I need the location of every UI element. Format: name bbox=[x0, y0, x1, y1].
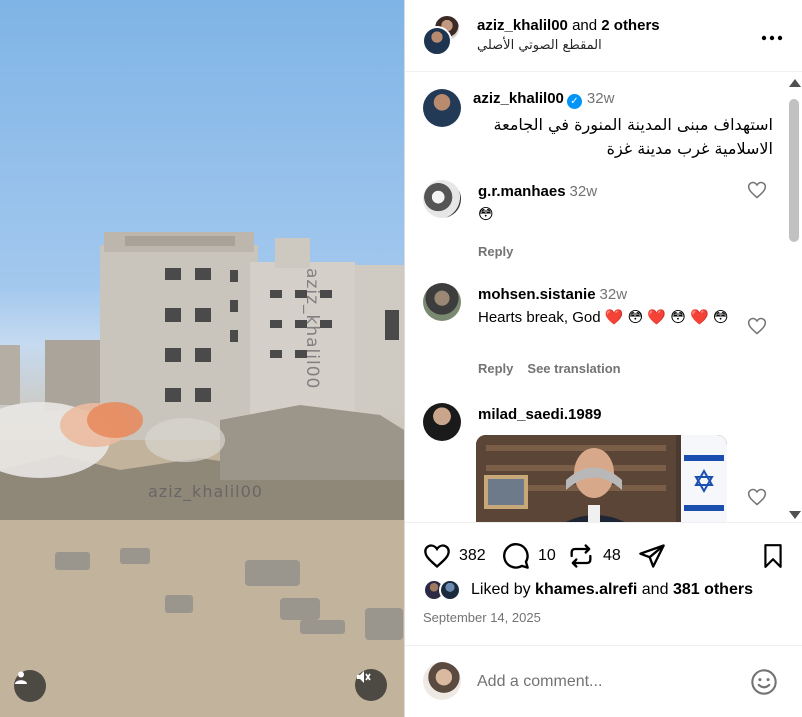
avatar bbox=[422, 26, 452, 56]
repost-button[interactable]: 48 bbox=[567, 542, 621, 570]
caption-author: aziz_khalil00 ✓ 32w bbox=[473, 90, 614, 109]
comment-bubble-icon bbox=[503, 543, 529, 569]
comment-username[interactable]: g.r.manhaes bbox=[478, 183, 566, 200]
avatar[interactable] bbox=[423, 180, 461, 218]
comment-image-content bbox=[476, 435, 727, 522]
comment-username[interactable]: mohsen.sistanie bbox=[478, 286, 596, 303]
post-authors: aziz_khalil00 and 2 others bbox=[477, 17, 660, 34]
author-username[interactable]: aziz_khalil00 bbox=[477, 17, 568, 34]
comment-like-heart-icon[interactable] bbox=[747, 316, 767, 336]
user-icon bbox=[15, 671, 27, 684]
comment-actions: Reply bbox=[478, 244, 527, 259]
comment-text: 😳 bbox=[478, 206, 494, 223]
reply-button[interactable]: Reply bbox=[478, 361, 513, 376]
liked-by-and: and bbox=[641, 581, 669, 598]
comment-image[interactable] bbox=[476, 435, 727, 522]
video-watermark-bottom: aziz_khalil00 bbox=[148, 482, 263, 501]
comments-scrollbar[interactable] bbox=[788, 79, 801, 519]
post-date[interactable]: September 14, 2025 bbox=[423, 610, 541, 625]
avatar bbox=[439, 579, 461, 601]
mute-button[interactable] bbox=[355, 669, 387, 701]
and-text: and bbox=[572, 17, 598, 34]
original-audio-link[interactable]: المقطع الصوتي الأصلي bbox=[477, 38, 602, 53]
comments-count[interactable]: 10 bbox=[538, 547, 556, 565]
user-tags-button[interactable] bbox=[14, 670, 46, 702]
heart-icon bbox=[424, 544, 450, 569]
comment-input[interactable] bbox=[477, 670, 737, 694]
scrollbar-thumb[interactable] bbox=[789, 99, 799, 242]
save-button[interactable] bbox=[760, 542, 786, 570]
like-button[interactable]: 382 bbox=[423, 542, 486, 570]
share-button[interactable] bbox=[638, 542, 666, 570]
video-frame bbox=[0, 232, 404, 717]
liked-by-user[interactable]: khames.alrefi bbox=[535, 581, 637, 599]
emoji-icon[interactable] bbox=[750, 668, 778, 696]
more-options-button[interactable] bbox=[761, 24, 783, 44]
post-video[interactable]: aziz_khalil00 aziz_khalil00 bbox=[0, 0, 404, 717]
comment-actions: Reply See translation bbox=[478, 361, 635, 376]
comment-time[interactable]: 32w bbox=[600, 286, 628, 303]
liked-by-avatars[interactable] bbox=[423, 578, 467, 602]
comment-like-heart-icon[interactable] bbox=[747, 180, 767, 200]
scroll-up-arrow-icon[interactable] bbox=[789, 79, 801, 87]
scroll-down-arrow-icon[interactable] bbox=[789, 511, 801, 519]
verified-badge-icon: ✓ bbox=[566, 94, 582, 109]
avatar[interactable] bbox=[423, 89, 461, 127]
comment-button[interactable]: 10 bbox=[502, 542, 556, 570]
avatar[interactable] bbox=[423, 283, 461, 321]
speaker-muted-icon bbox=[357, 671, 371, 683]
liked-by-others[interactable]: 381 others bbox=[673, 581, 753, 599]
comment-username[interactable]: milad_saedi.1989 bbox=[478, 406, 601, 423]
liked-by-prefix: Liked by bbox=[471, 581, 531, 598]
more-icon bbox=[761, 35, 783, 41]
post-side-panel: aziz_khalil00 and 2 others المقطع الصوتي… bbox=[404, 0, 802, 717]
caption-time[interactable]: 32w bbox=[587, 90, 615, 107]
post-header: aziz_khalil00 and 2 others المقطع الصوتي… bbox=[405, 0, 802, 72]
comment-text: Hearts break, God ❤️ 😳 ❤️ 😳 ❤️ 😳 bbox=[478, 309, 729, 326]
caption-text: استهداف مبنى المدينة المنورة في الجامعة … bbox=[493, 115, 773, 158]
avatar[interactable] bbox=[423, 403, 461, 441]
comment-like-heart-icon[interactable] bbox=[747, 487, 767, 507]
reposts-count[interactable]: 48 bbox=[603, 547, 621, 565]
comment-author: milad_saedi.1989 bbox=[478, 406, 601, 423]
reply-button[interactable]: Reply bbox=[478, 244, 513, 259]
comments-list[interactable]: aziz_khalil00 ✓ 32w استهداف مبنى المدينة ا… bbox=[405, 73, 802, 523]
video-watermark: aziz_khalil00 bbox=[302, 268, 322, 390]
see-translation-button[interactable]: See translation bbox=[527, 361, 620, 376]
likes-count[interactable]: 382 bbox=[459, 547, 486, 565]
author-avatars[interactable] bbox=[422, 14, 464, 58]
comment-author: g.r.manhaes 32w bbox=[478, 183, 597, 200]
add-comment-section bbox=[405, 645, 802, 717]
others-link[interactable]: 2 others bbox=[601, 17, 659, 34]
comment-time[interactable]: 32w bbox=[570, 183, 598, 200]
paper-plane-icon bbox=[639, 544, 665, 568]
repost-icon bbox=[570, 544, 592, 568]
bookmark-icon bbox=[764, 544, 782, 568]
post-actions: 382 10 48 bbox=[405, 537, 802, 577]
comment-author: mohsen.sistanie 32w bbox=[478, 286, 627, 303]
caption-username[interactable]: aziz_khalil00 bbox=[473, 90, 564, 107]
avatar bbox=[423, 662, 461, 700]
liked-by: Liked by khames.alrefi and 381 others bbox=[423, 578, 753, 602]
